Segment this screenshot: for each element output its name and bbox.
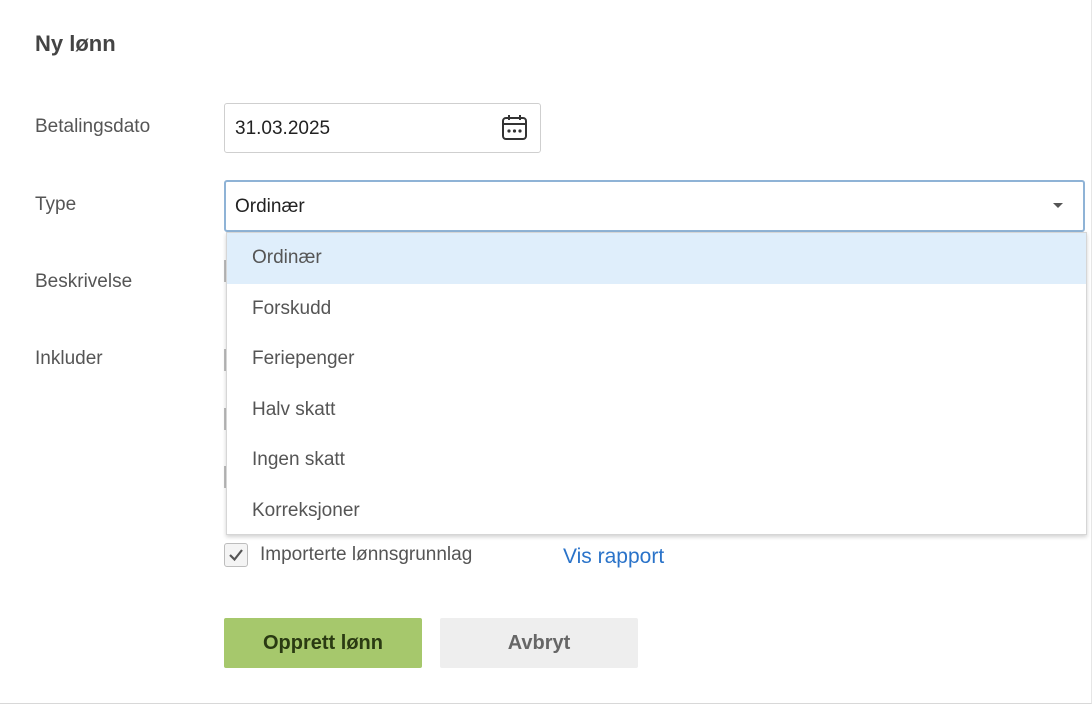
checkmark-icon <box>229 549 243 562</box>
type-option[interactable]: Ordinær <box>227 233 1086 284</box>
payment-date-label: Betalingsdato <box>35 116 151 137</box>
type-option[interactable]: Feriepenger <box>227 334 1086 385</box>
type-option[interactable]: Halv skatt <box>227 385 1086 436</box>
type-option[interactable]: Korreksjoner <box>227 486 1086 537</box>
new-payroll-dialog: Ny lønn Betalingsdato 31.03.2025 Type Or… <box>0 0 1092 704</box>
description-label: Beskrivelse <box>35 271 133 292</box>
view-report-link[interactable]: Vis rapport <box>563 545 664 569</box>
include-label: Inkluder <box>35 348 103 369</box>
caret-down-icon <box>1053 203 1063 208</box>
type-label: Type <box>35 194 77 215</box>
type-option[interactable]: Ingen skatt <box>227 435 1086 486</box>
dialog-title: Ny lønn <box>35 31 116 56</box>
create-payroll-button[interactable]: Opprett lønn <box>224 618 422 668</box>
payment-date-field[interactable]: 31.03.2025 <box>224 103 541 153</box>
type-select[interactable]: Ordinær <box>224 180 1085 232</box>
imported-payroll-checkbox[interactable] <box>224 543 248 567</box>
calendar-icon[interactable] <box>501 114 528 141</box>
imported-payroll-label: Importerte lønnsgrunnlag <box>260 544 473 565</box>
type-dropdown-menu: Ordinær Forskudd Feriepenger Halv skatt Inge… <box>226 232 1087 535</box>
type-select-value: Ordinær <box>235 196 305 217</box>
type-option[interactable]: Forskudd <box>227 284 1086 335</box>
payment-date-value: 31.03.2025 <box>235 118 331 139</box>
cancel-button[interactable]: Avbryt <box>440 618 638 668</box>
